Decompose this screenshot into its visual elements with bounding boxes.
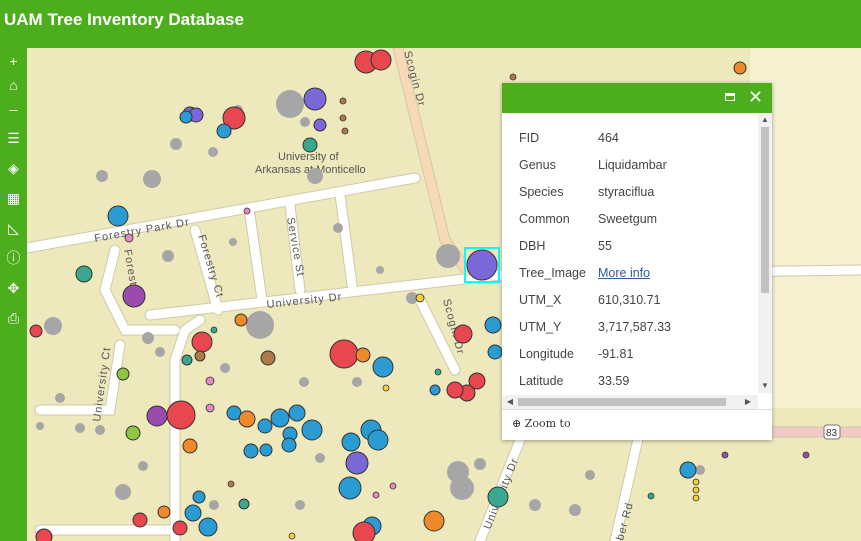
- layers-icon[interactable]: ◈: [4, 157, 23, 179]
- app-header: UAM Tree Inventory Database: [0, 0, 861, 48]
- maximize-icon[interactable]: [725, 93, 735, 101]
- attr-key: Common: [519, 212, 570, 226]
- attr-key: UTM_X: [519, 293, 562, 307]
- horizontal-scroll-thumb[interactable]: [518, 398, 726, 406]
- popup-header: ✕: [502, 83, 772, 113]
- attr-key: Longitude: [519, 347, 574, 361]
- about-icon[interactable]: ⓘ: [4, 247, 23, 269]
- attr-value: styraciflua: [598, 185, 655, 199]
- zoom-out-button[interactable]: –: [4, 98, 23, 120]
- attr-key: FID: [519, 131, 540, 145]
- basemap-gallery-icon[interactable]: ▦: [4, 187, 23, 209]
- zoom-in-button[interactable]: +: [4, 50, 23, 72]
- attr-value: 610,310.71: [598, 293, 661, 307]
- home-icon[interactable]: ⌂: [4, 74, 23, 96]
- route-shield-label: 83: [826, 428, 838, 439]
- print-icon[interactable]: ⎙: [4, 307, 23, 329]
- directions-icon[interactable]: ✥: [4, 277, 23, 299]
- attr-key: Tree_Image: [519, 266, 586, 280]
- map-toolbar: + ⌂ – ☰ ◈ ▦ ◺ ⓘ ✥ ⎙: [0, 48, 27, 541]
- attr-value: Sweetgum: [598, 212, 658, 226]
- scroll-up-icon[interactable]: ▲: [758, 115, 772, 124]
- scroll-left-icon[interactable]: ◀: [503, 397, 517, 406]
- attr-key: Genus: [519, 158, 556, 172]
- magnifier-icon: ⊕: [512, 417, 522, 430]
- legend-icon[interactable]: ☰: [4, 127, 23, 149]
- attr-key: DBH: [519, 239, 546, 253]
- scroll-right-icon[interactable]: ▶: [741, 397, 755, 406]
- attr-value: Liquidambar: [598, 158, 667, 172]
- campus-label-1: University of: [278, 151, 339, 163]
- attr-key: UTM_Y: [519, 320, 562, 334]
- attr-key: Latitude: [519, 374, 564, 388]
- attr-value: 33.59: [598, 374, 630, 388]
- feature-popup: ✕ FID 464 Genus Liquidambar Species styr…: [502, 83, 772, 440]
- attr-value: -91.81: [598, 347, 634, 361]
- app-title: UAM Tree Inventory Database: [4, 10, 244, 29]
- attr-value: 55: [598, 239, 612, 253]
- attr-value: 3,717,587.33: [598, 320, 671, 334]
- popup-footer: ⊕ Zoom to: [502, 409, 772, 440]
- vertical-scrollbar[interactable]: ▲ ▼: [758, 113, 772, 393]
- attr-value: 464: [598, 131, 619, 145]
- zoom-to-label: Zoom to: [524, 417, 571, 430]
- popup-attributes: FID 464 Genus Liquidambar Species styrac…: [502, 113, 758, 395]
- attr-key: Species: [519, 185, 564, 199]
- more-info-link[interactable]: More info: [598, 266, 650, 280]
- measure-icon[interactable]: ◺: [4, 217, 23, 239]
- route-shield: 83: [823, 424, 841, 440]
- close-icon[interactable]: ✕: [748, 87, 763, 107]
- horizontal-scrollbar[interactable]: ◀ ▶: [502, 395, 758, 409]
- scroll-down-icon[interactable]: ▼: [758, 381, 772, 390]
- vertical-scroll-thumb[interactable]: [761, 127, 769, 293]
- zoom-to-button[interactable]: ⊕ Zoom to: [512, 417, 571, 430]
